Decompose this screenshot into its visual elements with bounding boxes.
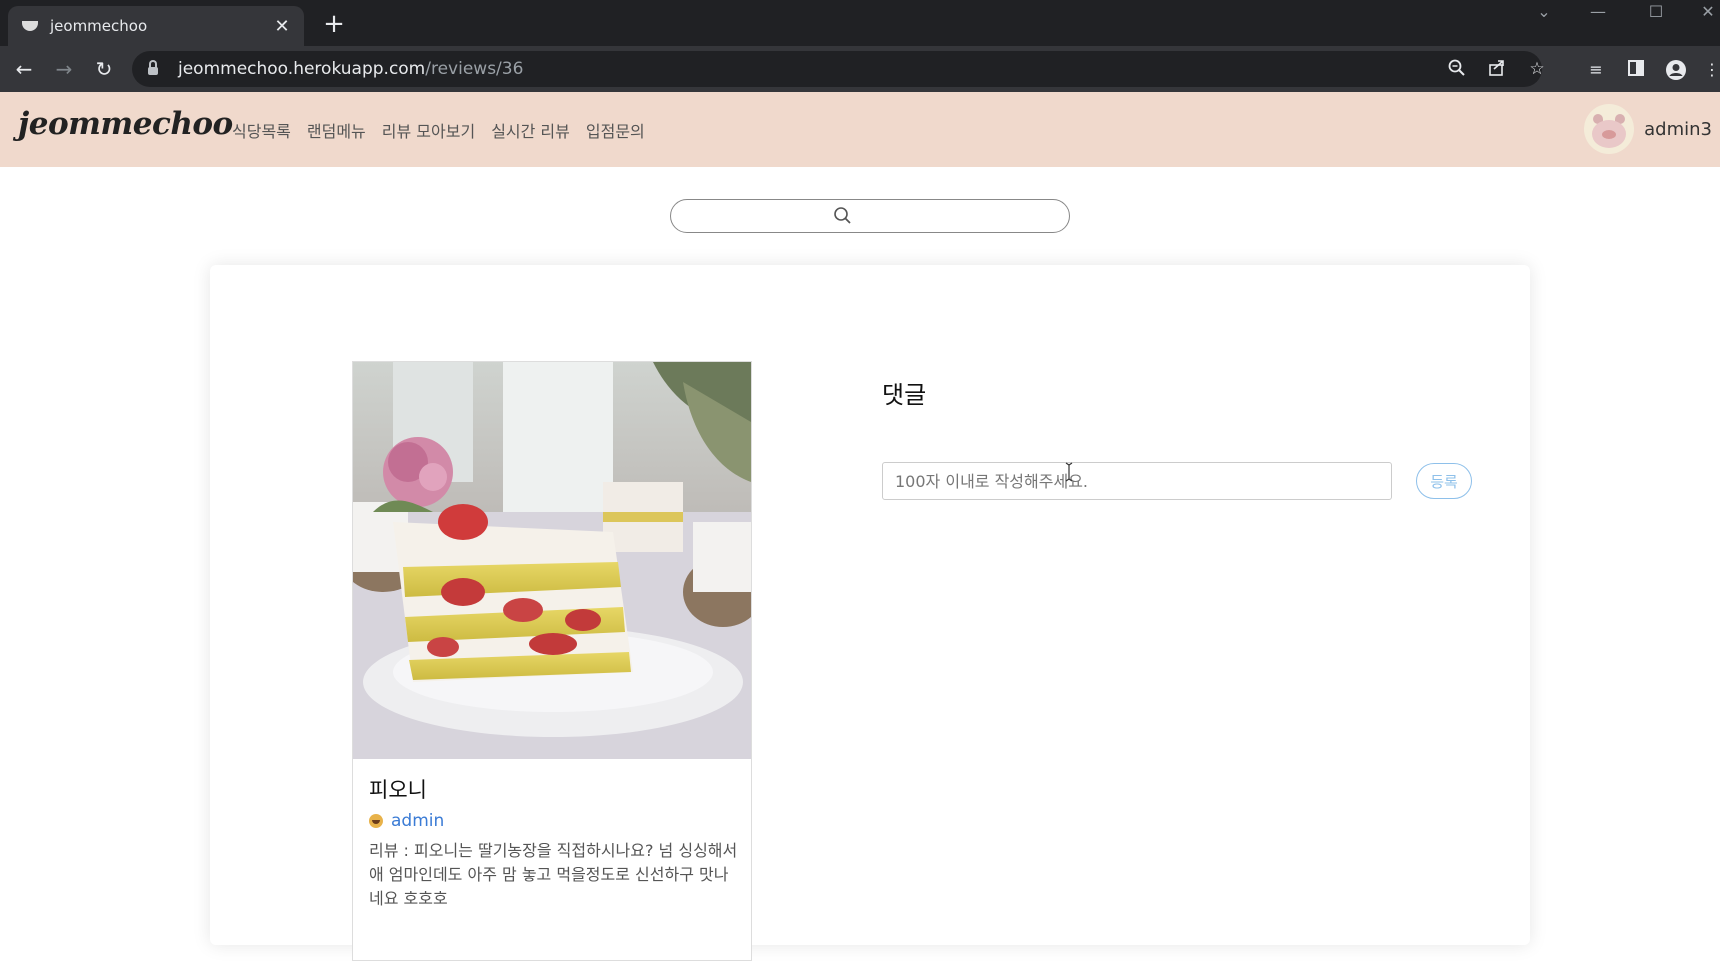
browser-toolbar: ← → ↻ jeommechoo.herokuapp.com/reviews/3…: [0, 46, 1720, 92]
minimize-window-button[interactable]: —: [1578, 0, 1618, 26]
site-favicon-icon: [22, 21, 38, 31]
avatar[interactable]: [1584, 104, 1635, 154]
search-icon[interactable]: [833, 206, 853, 226]
profile-icon[interactable]: [1665, 59, 1687, 81]
url-host: jeommechoo.herokuapp.com: [178, 59, 426, 79]
search-bar[interactable]: [670, 199, 1070, 233]
search-input[interactable]: [683, 204, 1043, 228]
close-window-button[interactable]: ✕: [1688, 0, 1720, 26]
site-logo[interactable]: jeommechoo: [18, 106, 233, 142]
reload-button[interactable]: ↻: [90, 55, 118, 83]
nav-realtime-reviews[interactable]: 실시간 리뷰: [491, 118, 570, 142]
media-controls-icon[interactable]: ≡: [1585, 59, 1607, 81]
browser-tab[interactable]: jeommechoo ✕: [8, 6, 304, 46]
url-path: /reviews/36: [425, 59, 524, 79]
tab-search-icon[interactable]: ⌄: [1524, 0, 1564, 26]
address-bar[interactable]: jeommechoo.herokuapp.com/reviews/36 ☆: [132, 51, 1545, 87]
nav-store-inquiry[interactable]: 입점문의: [586, 118, 645, 142]
place-name[interactable]: 피오니: [369, 774, 427, 804]
share-icon[interactable]: [1486, 59, 1508, 79]
comments-title: 댓글: [882, 381, 927, 409]
nav-random-menu[interactable]: 랜덤메뉴: [307, 118, 366, 142]
tab-close-icon[interactable]: ✕: [272, 16, 292, 37]
nav-all-reviews[interactable]: 리뷰 모아보기: [382, 118, 475, 142]
user-menu[interactable]: admin3: [1584, 104, 1712, 154]
browser-tab-strip: jeommechoo ✕ + ⌄ — ☐ ✕: [0, 0, 1720, 46]
comment-input[interactable]: [882, 462, 1392, 500]
review-detail-card: 피오니 admin 리뷰 : 피오니는 딸기농장을 직접하시나요? 넘 싱싱해서…: [210, 265, 1530, 961]
site-header: jeommechoo 식당목록 랜덤메뉴 리뷰 모아보기 실시간 리뷰 입점문의…: [0, 92, 1720, 167]
lock-icon: [148, 60, 158, 75]
tab-title: jeommechoo: [50, 17, 148, 35]
review-photo: [353, 362, 751, 759]
browser-menu-icon[interactable]: ⋮: [1704, 59, 1720, 81]
maximize-window-button[interactable]: ☐: [1636, 0, 1676, 26]
submit-comment-button[interactable]: 등록: [1416, 463, 1472, 499]
username[interactable]: admin3: [1644, 119, 1712, 140]
back-button[interactable]: ←: [10, 55, 38, 83]
author-avatar-icon: [369, 814, 383, 828]
text-cursor-icon: [1065, 462, 1073, 482]
main-nav: 식당목록 랜덤메뉴 리뷰 모아보기 실시간 리뷰 입점문의: [232, 118, 645, 142]
review-text: 리뷰 : 피오니는 딸기농장을 직접하시나요? 넘 싱싱해서 애 엄마인데도 아…: [369, 841, 738, 908]
review-author[interactable]: admin: [369, 811, 444, 831]
review-card: 피오니 admin 리뷰 : 피오니는 딸기농장을 직접하시나요? 넘 싱싱해서…: [352, 361, 752, 961]
author-name[interactable]: admin: [391, 811, 444, 831]
forward-button[interactable]: →: [50, 55, 78, 83]
nav-restaurant-list[interactable]: 식당목록: [232, 118, 291, 142]
bookmark-star-icon[interactable]: ☆: [1526, 59, 1548, 79]
side-panel-icon[interactable]: [1625, 59, 1647, 81]
new-tab-button[interactable]: +: [320, 10, 348, 38]
zoom-icon[interactable]: [1446, 59, 1468, 79]
